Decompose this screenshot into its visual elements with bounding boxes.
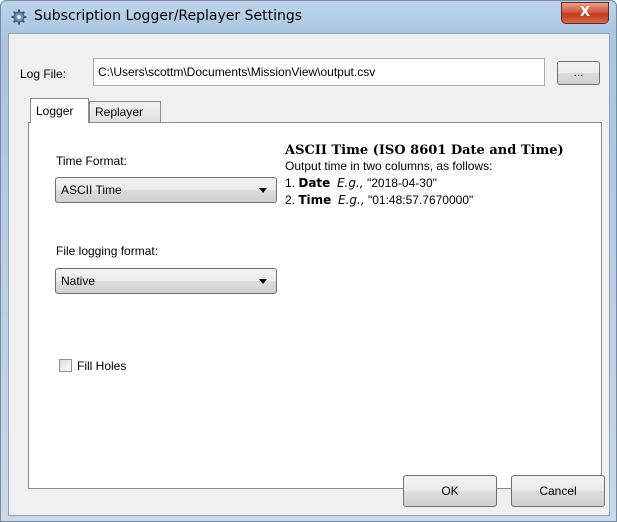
description-text: Output time in two columns, as follows: <box>285 159 493 173</box>
time-format-label: Time Format: <box>56 154 127 168</box>
tab-replayer[interactable]: Replayer <box>89 101 161 122</box>
item-eg: E.g., <box>337 193 365 207</box>
description-title: ASCII Time (ISO 8601 Date and Time) <box>285 143 564 158</box>
logger-tab-panel: Time Format: ASCII Time File logging for… <box>28 122 602 489</box>
file-logging-format-label: File logging format: <box>56 244 159 258</box>
close-button[interactable]: X <box>561 2 609 24</box>
description-item-time: 2. Time E.g., "01:48:57.7670000" <box>285 192 585 209</box>
title-bar[interactable]: Subscription Logger/Replayer Settings X <box>1 1 616 33</box>
time-format-description: ASCII Time (ISO 8601 Date and Time) Outp… <box>285 143 585 209</box>
tab-logger[interactable]: Logger <box>30 98 89 123</box>
item-number: 2. <box>285 193 296 207</box>
chevron-down-icon <box>259 279 267 284</box>
time-format-dropdown[interactable]: ASCII Time <box>55 177 277 203</box>
fill-holes-label[interactable]: Fill Holes <box>77 359 126 373</box>
log-file-input[interactable] <box>93 58 545 86</box>
item-number: 1. <box>285 176 296 190</box>
window-title: Subscription Logger/Replayer Settings <box>34 8 303 24</box>
cancel-button[interactable]: Cancel <box>511 475 605 507</box>
time-format-value: ASCII Time <box>61 183 122 197</box>
browse-button[interactable]: ... <box>557 61 600 85</box>
item-eg: E.g., <box>336 176 364 190</box>
app-gear-icon <box>11 9 27 25</box>
chevron-down-icon <box>259 188 267 193</box>
item-example: "2018-04-30" <box>366 176 437 190</box>
settings-window: Subscription Logger/Replayer Settings X … <box>0 0 617 522</box>
close-icon: X <box>579 5 591 20</box>
item-name: Time <box>298 193 332 207</box>
description-item-date: 1. Date E.g., "2018-04-30" <box>285 175 585 192</box>
ok-button[interactable]: OK <box>403 475 497 507</box>
fill-holes-checkbox[interactable] <box>59 359 72 372</box>
log-file-label: Log File: <box>20 67 67 81</box>
dialog-client-area: Log File: ... Logger Replayer Time Forma… <box>8 33 610 516</box>
item-example: "01:48:57.7670000" <box>367 193 474 207</box>
file-logging-format-value: Native <box>61 274 96 288</box>
item-name: Date <box>298 176 331 190</box>
file-logging-format-dropdown[interactable]: Native <box>55 268 277 294</box>
